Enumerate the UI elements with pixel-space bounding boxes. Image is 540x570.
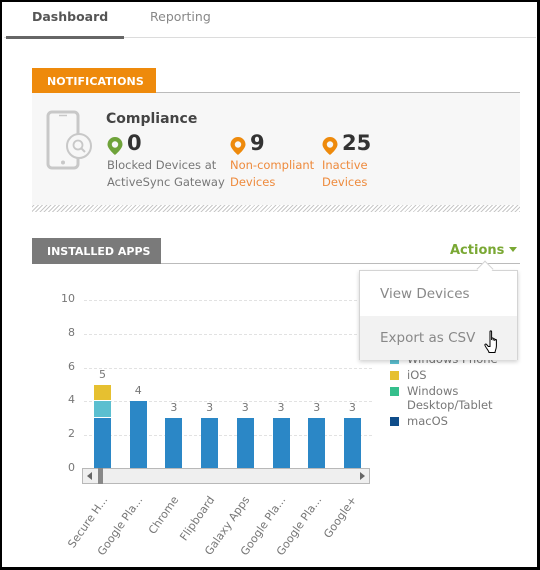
gridline: [84, 333, 372, 335]
bar-value-label: 3: [313, 401, 321, 415]
y-tick-label: 2: [68, 427, 75, 441]
metric-label-line2[interactable]: Devices: [322, 174, 368, 191]
installed-apps-header: INSTALLED APPS: [32, 238, 161, 264]
active-tab-indicator: [6, 36, 124, 39]
bar-segment[interactable]: [272, 418, 290, 469]
bar-segment[interactable]: [94, 401, 111, 419]
gridline: [84, 435, 372, 437]
metric-label-line1[interactable]: Inactive: [322, 157, 368, 174]
gridline: [84, 300, 372, 301]
compliance-title: Compliance: [106, 111, 198, 127]
scroll-right-arrow-icon[interactable]: [360, 472, 365, 480]
menu-item-view-devices[interactable]: View Devices: [360, 272, 517, 316]
scroll-thumb[interactable]: [98, 468, 103, 484]
legend-label: macOS: [407, 414, 448, 428]
actions-dropdown-button[interactable]: Actions: [450, 243, 518, 258]
bar-value-label: 3: [277, 401, 285, 415]
bar-value-label: 3: [241, 401, 249, 415]
bar-value-label: 3: [348, 401, 356, 415]
bar-value-label: 3: [170, 401, 178, 415]
pin-icon: [107, 137, 123, 159]
legend-item[interactable]: Windows Desktop/Tablet: [390, 384, 498, 412]
legend-label: iOS: [407, 368, 427, 382]
phone-search-icon: [46, 110, 94, 178]
y-tick-label: 6: [68, 359, 75, 373]
metric-label-line2[interactable]: Devices: [230, 174, 314, 191]
chart-legend: Windows PhoneiOSWindowsDesktop/Tabletmac…: [390, 352, 498, 430]
chart-scrollbar[interactable]: [82, 468, 370, 484]
gridline: [84, 367, 372, 369]
bar-segment[interactable]: [129, 401, 147, 469]
tab-reporting[interactable]: Reporting: [150, 9, 211, 24]
scroll-left-arrow-icon[interactable]: [87, 472, 92, 480]
bar-value-label: 4: [134, 384, 142, 398]
hatch-divider: [32, 205, 520, 212]
y-tick-label: 0: [68, 461, 75, 474]
bar-segment[interactable]: [343, 418, 361, 469]
metric-label-line2: ActiveSync Gateway: [107, 175, 225, 189]
legend-item[interactable]: iOS: [390, 368, 498, 382]
legend-label: Windows: [407, 384, 459, 398]
caret-down-icon: [509, 247, 518, 252]
legend-swatch: [390, 387, 399, 396]
bar-segment[interactable]: [94, 418, 111, 469]
legend-label-line2: Desktop/Tablet: [407, 398, 493, 412]
hand-cursor-icon: [484, 330, 504, 358]
legend-item[interactable]: macOS: [390, 414, 498, 428]
bar-segment[interactable]: [236, 418, 254, 469]
y-tick-label: 4: [68, 393, 75, 407]
bar-value-label: 5: [99, 367, 106, 381]
bar-segment[interactable]: [308, 418, 326, 469]
metric-value: 25: [342, 131, 372, 155]
bar-segment[interactable]: [165, 418, 183, 469]
y-tick-label: 10: [61, 292, 75, 305]
installed-apps-divider: [161, 263, 520, 264]
legend-swatch: [390, 371, 399, 380]
metric-label-line1[interactable]: Non-compliant: [230, 157, 314, 174]
bar-value-label: 3: [206, 401, 214, 415]
tab-dashboard[interactable]: Dashboard: [32, 9, 108, 24]
bar-segment[interactable]: [94, 384, 111, 402]
y-tick-label: 8: [68, 325, 75, 339]
metric-label-line1: Blocked Devices at: [107, 158, 217, 172]
metric-value: 9: [250, 131, 265, 155]
tab-bar: Dashboard Reporting: [4, 0, 536, 39]
bar-segment[interactable]: [201, 418, 219, 469]
notifications-header: NOTIFICATIONS: [32, 68, 156, 93]
legend-swatch: [390, 417, 399, 426]
pin-icon: [322, 137, 338, 159]
actions-label: Actions: [450, 243, 505, 258]
pin-icon: [230, 137, 246, 159]
metric-value: 0: [127, 131, 142, 155]
